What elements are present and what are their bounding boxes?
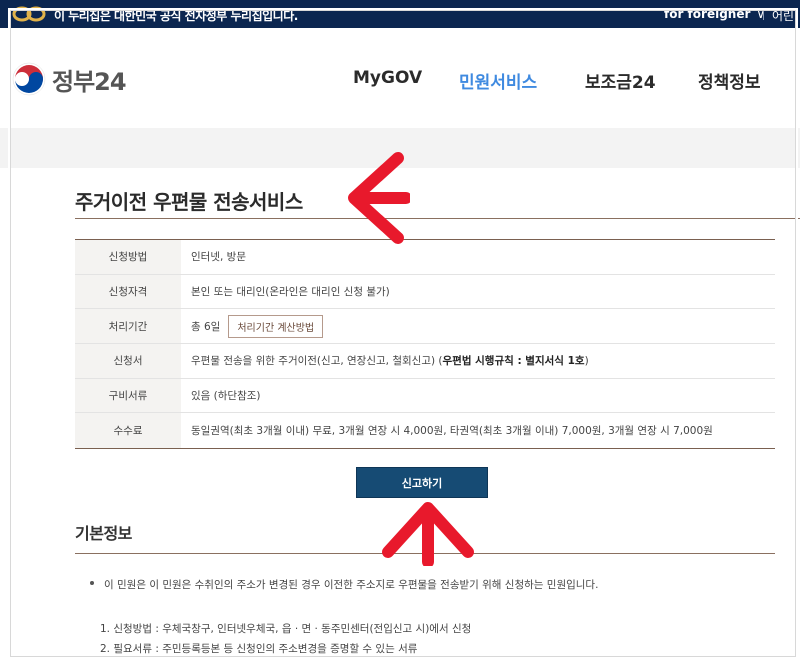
application-form-suffix: ) (584, 354, 589, 367)
gov-banner-logo-icon (12, 6, 46, 22)
list-item: 2. 필요서류 : 주민등록등본 등 신청인의 주소변경을 증명할 수 있는 서… (100, 643, 418, 655)
row-value: 있음 (하단참조) (191, 390, 261, 403)
site-logo[interactable]: 정부24 (12, 62, 127, 96)
service-info-table: 신청방법 인터넷, 방문 신청자격 본인 또는 대리인(온라인은 대리인 신청 … (75, 239, 775, 450)
table-row: 신청자격 본인 또는 대리인(온라인은 대리인 신청 불가) (75, 274, 775, 310)
table-row: 구비서류 있음 (하단참조) (75, 378, 775, 414)
table-row: 신청방법 인터넷, 방문 (75, 240, 775, 275)
for-foreigner-dropdown[interactable]: for foreigner ∨ (664, 7, 765, 21)
divider (763, 8, 764, 20)
processing-period-calc-button[interactable]: 처리기간 계산방법 (228, 314, 324, 338)
for-foreigner-label: for foreigner (664, 7, 751, 21)
row-label: 처리기간 (75, 309, 181, 344)
basic-info-title: 기본정보 (75, 524, 132, 543)
row-label: 신청서 (75, 344, 181, 378)
row-value: 본인 또는 대리인(온라인은 대리인 신청 불가) (191, 286, 390, 299)
row-label: 신청자격 (75, 274, 181, 309)
application-form-link[interactable]: 우편법 시행규칙 : 별지서식 1호 (443, 353, 585, 368)
logo-text: 정부24 (52, 67, 127, 96)
apply-button[interactable]: 신고하기 (356, 467, 488, 498)
gov-banner: 이 누리집은 대한민국 공식 전자정부 누리집입니다. for foreigne… (0, 0, 800, 28)
title-divider (75, 218, 800, 219)
nav-civil-services[interactable]: 민원서비스 (459, 68, 537, 93)
row-label: 신청방법 (75, 240, 181, 274)
table-row: 처리기간 총 6일 처리기간 계산방법 (75, 309, 775, 345)
language-link[interactable]: 어린 (772, 7, 794, 24)
row-label: 수수료 (75, 413, 181, 449)
row-value: 총 6일 처리기간 계산방법 (181, 309, 324, 343)
nav-policy-info[interactable]: 정책정보 (698, 68, 761, 93)
site-header: 정부24 MyGOV 민원서비스 보조금24 정책정보 (0, 28, 800, 128)
gov-notice-text: 이 누리집은 대한민국 공식 전자정부 누리집입니다. (54, 9, 298, 23)
row-value: 인터넷, 방문 (191, 251, 246, 264)
left-arrow-annotation-icon (348, 152, 410, 244)
basic-info-bullet: 이 민원은 이 민원은 수취인의 주소가 변경된 경우 이전한 주소지로 우편물… (90, 577, 598, 592)
processing-period-value: 총 6일 (191, 320, 221, 333)
taegeuk-emblem-icon (12, 62, 46, 96)
row-label: 구비서류 (75, 378, 181, 413)
nav-subsidy24[interactable]: 보조금24 (585, 68, 656, 93)
bullet-text: 이 민원은 이 민원은 수취인의 주소가 변경된 경우 이전한 주소지로 우편물… (104, 579, 599, 591)
list-item: 1. 신청방법 : 우체국창구, 인터넷우체국, 읍 · 면 · 동주민센터(전… (100, 623, 472, 635)
up-arrow-annotation-icon (382, 502, 474, 566)
table-row: 신청서 우편물 전송을 위한 주거이전(신고, 연장신고, 철회신고) (우편법… (75, 344, 775, 379)
bullet-dot-icon (90, 581, 94, 585)
nav-mygov[interactable]: MyGOV (353, 68, 422, 88)
row-value: 우편물 전송을 위한 주거이전(신고, 연장신고, 철회신고) (우편법 시행규… (181, 344, 589, 378)
application-form-text: 우편물 전송을 위한 주거이전(신고, 연장신고, 철회신고) ( (191, 355, 443, 368)
row-value: 동일권역(최초 3개월 이내) 무료, 3개월 연장 시 4,000원, 타권역… (191, 425, 713, 438)
table-row: 수수료 동일권역(최초 3개월 이내) 무료, 3개월 연장 시 4,000원,… (75, 413, 775, 449)
page-title: 주거이전 우편물 전송서비스 (75, 190, 303, 214)
